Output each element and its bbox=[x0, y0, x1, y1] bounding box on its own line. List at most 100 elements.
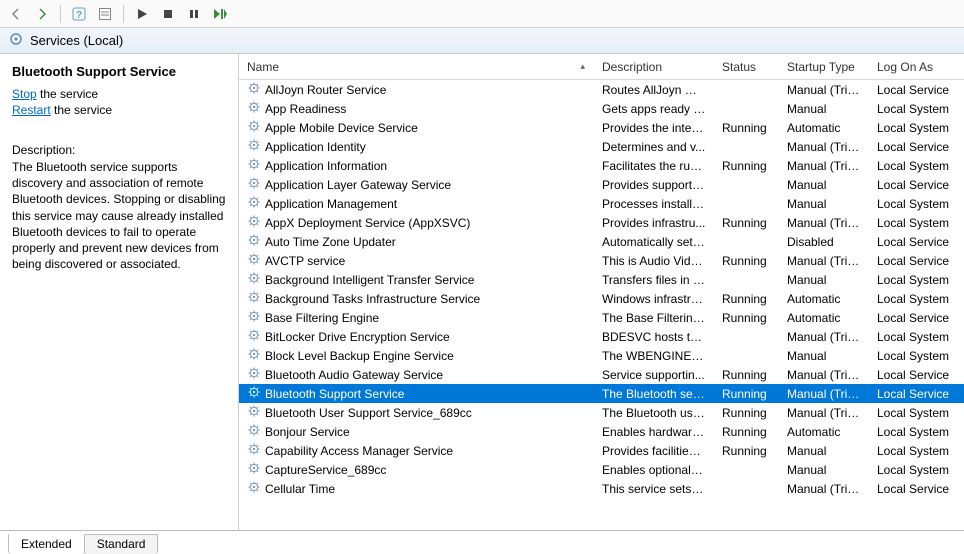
cell-startup-type: Automatic bbox=[779, 121, 869, 135]
service-gear-icon bbox=[247, 214, 261, 231]
service-name: Application Management bbox=[265, 197, 397, 211]
service-row[interactable]: Auto Time Zone UpdaterAutomatically sets… bbox=[239, 232, 964, 251]
service-gear-icon bbox=[247, 195, 261, 212]
service-gear-icon bbox=[247, 252, 261, 269]
stop-service-link[interactable]: Stop bbox=[12, 87, 37, 101]
col-name[interactable]: Name▴ bbox=[239, 54, 594, 79]
col-description[interactable]: Description bbox=[594, 54, 714, 79]
cell-description: This service sets ti... bbox=[594, 482, 714, 496]
service-row[interactable]: Bonjour ServiceEnables hardware ...Runni… bbox=[239, 422, 964, 441]
service-row[interactable]: Apple Mobile Device Service Provides the … bbox=[239, 118, 964, 137]
service-row[interactable]: Background Intelligent Transfer ServiceT… bbox=[239, 270, 964, 289]
service-row[interactable]: AVCTP serviceThis is Audio Vide...Runnin… bbox=[239, 251, 964, 270]
service-name: Cellular Time bbox=[265, 482, 335, 496]
description-text: The Bluetooth service supports discovery… bbox=[12, 159, 226, 272]
service-name: CaptureService_689cc bbox=[265, 463, 386, 477]
cell-name: CaptureService_689cc bbox=[239, 461, 594, 478]
cell-startup-type: Manual (Trig... bbox=[779, 216, 869, 230]
restart-service-button[interactable] bbox=[210, 4, 230, 24]
service-gear-icon bbox=[247, 328, 261, 345]
cell-log-on-as: Local System bbox=[869, 121, 964, 135]
cell-status: Running bbox=[714, 292, 779, 306]
cell-startup-type: Manual (Trig... bbox=[779, 83, 869, 97]
cell-name: BitLocker Drive Encryption Service bbox=[239, 328, 594, 345]
service-row[interactable]: Background Tasks Infrastructure ServiceW… bbox=[239, 289, 964, 308]
cell-description: Routes AllJoyn me... bbox=[594, 83, 714, 97]
cell-status: Running bbox=[714, 425, 779, 439]
cell-description: Enables optional s... bbox=[594, 463, 714, 477]
tab-extended[interactable]: Extended bbox=[8, 534, 85, 554]
service-row[interactable]: Application IdentityDetermines and v...M… bbox=[239, 137, 964, 156]
service-name: BitLocker Drive Encryption Service bbox=[265, 330, 450, 344]
cell-log-on-as: Local System bbox=[869, 406, 964, 420]
stop-rest: the service bbox=[37, 87, 98, 101]
sort-indicator-icon: ▴ bbox=[580, 61, 585, 72]
service-gear-icon bbox=[247, 176, 261, 193]
service-row[interactable]: BitLocker Drive Encryption ServiceBDESVC… bbox=[239, 327, 964, 346]
cell-log-on-as: Local System bbox=[869, 425, 964, 439]
service-gear-icon bbox=[247, 404, 261, 421]
cell-startup-type: Manual (Trig... bbox=[779, 387, 869, 401]
stop-service-button[interactable] bbox=[158, 4, 178, 24]
cell-description: Enables hardware ... bbox=[594, 425, 714, 439]
service-row[interactable]: Application ManagementProcesses installa… bbox=[239, 194, 964, 213]
tab-standard[interactable]: Standard bbox=[84, 534, 159, 554]
service-row[interactable]: Bluetooth Support ServiceThe Bluetooth s… bbox=[239, 384, 964, 403]
service-row[interactable]: AppX Deployment Service (AppXSVC)Provide… bbox=[239, 213, 964, 232]
cell-startup-type: Manual bbox=[779, 349, 869, 363]
cell-description: The Bluetooth ser... bbox=[594, 387, 714, 401]
cell-name: Bonjour Service bbox=[239, 423, 594, 440]
tree-header: Services (Local) bbox=[0, 28, 964, 54]
cell-status: Running bbox=[714, 121, 779, 135]
cell-description: Provides the interf... bbox=[594, 121, 714, 135]
service-row[interactable]: Bluetooth Audio Gateway ServiceService s… bbox=[239, 365, 964, 384]
service-row[interactable]: Capability Access Manager ServiceProvide… bbox=[239, 441, 964, 460]
cell-log-on-as: Local System bbox=[869, 330, 964, 344]
service-row[interactable]: Bluetooth User Support Service_689ccThe … bbox=[239, 403, 964, 422]
service-gear-icon bbox=[247, 366, 261, 383]
service-row[interactable]: AllJoyn Router ServiceRoutes AllJoyn me.… bbox=[239, 80, 964, 99]
service-row[interactable]: App ReadinessGets apps ready fo...Manual… bbox=[239, 99, 964, 118]
service-row[interactable]: Base Filtering EngineThe Base Filtering … bbox=[239, 308, 964, 327]
service-gear-icon bbox=[247, 138, 261, 155]
service-gear-icon bbox=[247, 309, 261, 326]
properties-button[interactable] bbox=[95, 4, 115, 24]
service-row[interactable]: CaptureService_689cc Enables optional s..… bbox=[239, 460, 964, 479]
service-gear-icon bbox=[247, 157, 261, 174]
start-service-button[interactable] bbox=[132, 4, 152, 24]
bottom-tabs: Extended Standard bbox=[0, 530, 964, 553]
service-name: Base Filtering Engine bbox=[265, 311, 379, 325]
col-startup-type[interactable]: Startup Type bbox=[779, 54, 869, 79]
back-button[interactable] bbox=[6, 4, 26, 24]
service-gear-icon bbox=[247, 385, 261, 402]
pause-service-button[interactable] bbox=[184, 4, 204, 24]
help-button[interactable]: ? bbox=[69, 4, 89, 24]
service-rows[interactable]: AllJoyn Router ServiceRoutes AllJoyn me.… bbox=[239, 80, 964, 530]
service-row[interactable]: Application Layer Gateway ServiceProvide… bbox=[239, 175, 964, 194]
restart-service-link[interactable]: Restart bbox=[12, 103, 51, 117]
cell-startup-type: Manual (Trig... bbox=[779, 406, 869, 420]
service-list-panel: Name▴ Description Status Startup Type Lo… bbox=[239, 54, 964, 530]
cell-description: Provides facilities ... bbox=[594, 444, 714, 458]
cell-log-on-as: Local System bbox=[869, 463, 964, 477]
col-status[interactable]: Status bbox=[714, 54, 779, 79]
cell-status: Running bbox=[714, 387, 779, 401]
cell-name: App Readiness bbox=[239, 100, 594, 117]
cell-description: Automatically sets... bbox=[594, 235, 714, 249]
cell-description: This is Audio Vide... bbox=[594, 254, 714, 268]
service-row[interactable]: Application InformationFacilitates the r… bbox=[239, 156, 964, 175]
cell-name: Base Filtering Engine bbox=[239, 309, 594, 326]
forward-button[interactable] bbox=[32, 4, 52, 24]
service-row[interactable]: Block Level Backup Engine ServiceThe WBE… bbox=[239, 346, 964, 365]
col-log-on-as[interactable]: Log On As bbox=[869, 54, 964, 79]
cell-name: Background Tasks Infrastructure Service bbox=[239, 290, 594, 307]
service-name: Apple Mobile Device Service bbox=[265, 121, 418, 135]
cell-name: Auto Time Zone Updater bbox=[239, 233, 594, 250]
cell-startup-type: Manual bbox=[779, 463, 869, 477]
cell-status: Running bbox=[714, 368, 779, 382]
tree-header-title: Services (Local) bbox=[30, 33, 123, 48]
cell-name: Capability Access Manager Service bbox=[239, 442, 594, 459]
cell-startup-type: Automatic bbox=[779, 311, 869, 325]
service-row[interactable]: Cellular TimeThis service sets ti...Manu… bbox=[239, 479, 964, 498]
cell-log-on-as: Local Service bbox=[869, 311, 964, 325]
